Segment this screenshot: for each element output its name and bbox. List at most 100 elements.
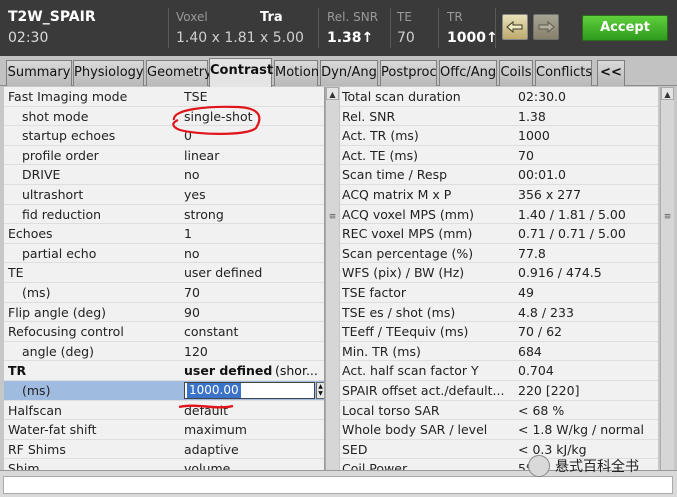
parameter-value[interactable]: volume — [184, 461, 230, 470]
parameter-row[interactable]: Shim volume — [4, 459, 324, 470]
parameter-value[interactable]: yes — [184, 187, 206, 202]
info-name: Total scan duration — [342, 89, 461, 104]
info-row: WFS (pix) / BW (Hz) 0.916 / 474.5 — [340, 263, 658, 283]
info-row: Scan percentage (%) 77.8 — [340, 244, 658, 264]
parameter-row[interactable]: DRIVE no — [4, 165, 324, 185]
parameter-value[interactable]: constant — [184, 324, 238, 339]
info-row: Act. TR (ms) 1000 — [340, 126, 658, 146]
parameter-row[interactable]: Water-fat shift maximum — [4, 420, 324, 440]
snr-label: Rel. SNR — [327, 10, 379, 24]
tab-contrast[interactable]: Contrast — [209, 58, 273, 87]
parameter-value[interactable]: no — [184, 167, 200, 182]
parameter-name: TR — [8, 363, 27, 379]
tr-ms-input[interactable]: 1000.00 — [184, 381, 315, 399]
parameter-row[interactable]: TR user defined (shor... — [4, 361, 324, 381]
info-name: SED — [342, 441, 368, 457]
parameter-value[interactable]: user defined — [184, 265, 262, 280]
tab-postproc[interactable]: Postproc — [380, 60, 437, 86]
tab-dynang[interactable]: Dyn/Ang — [320, 60, 378, 86]
info-value: 0.916 / 474.5 — [518, 265, 602, 281]
snr-number: 1.38 — [327, 30, 362, 46]
parameter-name: (ms) — [22, 382, 51, 398]
snr-value: 1.38↑ — [327, 30, 373, 46]
info-value: 02:30.0 — [518, 89, 566, 104]
scan-info-list: Total scan duration 02:30.0 Rel. SNR 1.38 Ac… — [340, 87, 658, 470]
scroll-grip-icon[interactable]: ≡ — [327, 212, 338, 222]
parameter-value[interactable]: default — [184, 403, 228, 418]
tab-geometry[interactable]: Geometry — [146, 60, 212, 86]
parameter-value[interactable]: 120 — [184, 344, 208, 359]
voxel-size-value: 1.40 x 1.81 x 5.00 — [176, 30, 304, 46]
parameter-value[interactable]: user defined — [184, 363, 272, 378]
info-row: Act. half scan factor Y 0.704 — [340, 361, 658, 381]
tab-offcang[interactable]: Offc/Ang — [439, 60, 497, 86]
parameter-value[interactable]: TSE — [184, 89, 207, 104]
parameter-row[interactable]: fid reduction strong — [4, 205, 324, 225]
parameter-row[interactable]: Halfscan default — [4, 401, 324, 421]
parameter-value[interactable]: 70 — [184, 285, 200, 300]
parameter-row[interactable]: TE user defined — [4, 263, 324, 283]
info-value: 49 — [518, 284, 534, 300]
tab-physiology[interactable]: Physiology — [73, 60, 144, 86]
info-name: TSE es / shot (ms) — [342, 304, 456, 320]
previous-button[interactable] — [502, 14, 528, 40]
info-name: SPAIR offset act./default... — [342, 382, 505, 398]
parameter-row[interactable]: Fast Imaging mode TSE — [4, 87, 324, 107]
divider — [168, 8, 169, 48]
info-name: Coil Power — [342, 461, 408, 470]
parameter-name: partial echo — [22, 245, 97, 261]
parameter-row[interactable]: Refocusing control constant — [4, 322, 324, 342]
tab-conflicts[interactable]: Conflicts — [535, 60, 592, 86]
parameter-row[interactable]: angle (deg) 120 — [4, 342, 324, 362]
parameter-value[interactable]: linear — [184, 148, 219, 163]
accept-button[interactable]: Accept — [582, 15, 668, 41]
parameter-value[interactable]: adaptive — [184, 442, 239, 457]
parameter-value[interactable]: maximum — [184, 422, 247, 437]
arrow-left-icon — [506, 20, 523, 34]
parameter-row[interactable]: startup echoes 0 — [4, 126, 324, 146]
parameter-row[interactable]: RF Shims adaptive — [4, 440, 324, 460]
parameter-name: TE — [8, 265, 24, 281]
next-button[interactable] — [533, 14, 559, 40]
parameter-value[interactable]: 0 — [184, 128, 192, 143]
te-value: 70 — [397, 30, 415, 46]
parameter-value[interactable]: strong — [184, 207, 224, 222]
scroll-up-icon[interactable]: ▲ — [326, 87, 339, 100]
info-value: 1.38 — [518, 108, 546, 124]
parameter-value[interactable]: 90 — [184, 305, 200, 320]
scroll-up-icon[interactable]: ▲ — [661, 87, 674, 100]
right-scrollbar[interactable]: ▲ ≡ — [660, 87, 674, 470]
parameter-row[interactable]: (ms) 1000.00 ▲ ▼ — [4, 380, 324, 401]
tab-coils[interactable]: Coils — [499, 60, 533, 86]
parameter-name: Halfscan — [8, 402, 62, 418]
info-name: Rel. SNR — [342, 108, 396, 124]
info-row: TSE factor 49 — [340, 283, 658, 303]
parameter-name: DRIVE — [22, 167, 61, 183]
parameter-row[interactable]: profile order linear — [4, 146, 324, 166]
parameter-row[interactable]: partial echo no — [4, 244, 324, 264]
divider — [438, 8, 439, 48]
spinner-icon[interactable]: ▲ ▼ — [316, 381, 324, 399]
info-row: Whole body SAR / level < 1.8 W/kg / norma… — [340, 420, 658, 440]
tab-summary[interactable]: Summary — [6, 60, 72, 86]
info-name: WFS (pix) / BW (Hz) — [342, 265, 465, 281]
info-name: Whole body SAR / level — [342, 422, 488, 438]
parameter-row[interactable]: Flip angle (deg) 90 — [4, 303, 324, 323]
parameter-row[interactable]: ultrashort yes — [4, 185, 324, 205]
left-scrollbar[interactable]: ▲ ≡ — [325, 87, 339, 470]
parameter-value[interactable]: single-shot — [184, 109, 253, 124]
scan-header: T2W_SPAIR 02:30 Voxel Tra 1.40 x 1.81 x … — [0, 0, 677, 56]
parameter-value[interactable]: 1 — [184, 226, 192, 241]
parameter-row[interactable]: shot mode single-shot — [4, 107, 324, 127]
scroll-grip-icon[interactable]: ≡ — [662, 212, 673, 222]
parameter-row[interactable]: (ms) 70 — [4, 283, 324, 303]
info-row: Act. TE (ms) 70 — [340, 146, 658, 166]
parameter-value[interactable]: no — [184, 246, 200, 261]
parameter-row[interactable]: Echoes 1 — [4, 224, 324, 244]
info-name: Local torso SAR — [342, 402, 440, 418]
protocol-name: T2W_SPAIR — [8, 9, 96, 25]
info-value: < 1.8 W/kg / normal — [518, 422, 645, 438]
collapse-tabs-button[interactable]: << — [597, 60, 625, 86]
info-value: 356 x 277 — [518, 186, 582, 202]
tab-motion[interactable]: Motion — [274, 60, 319, 86]
